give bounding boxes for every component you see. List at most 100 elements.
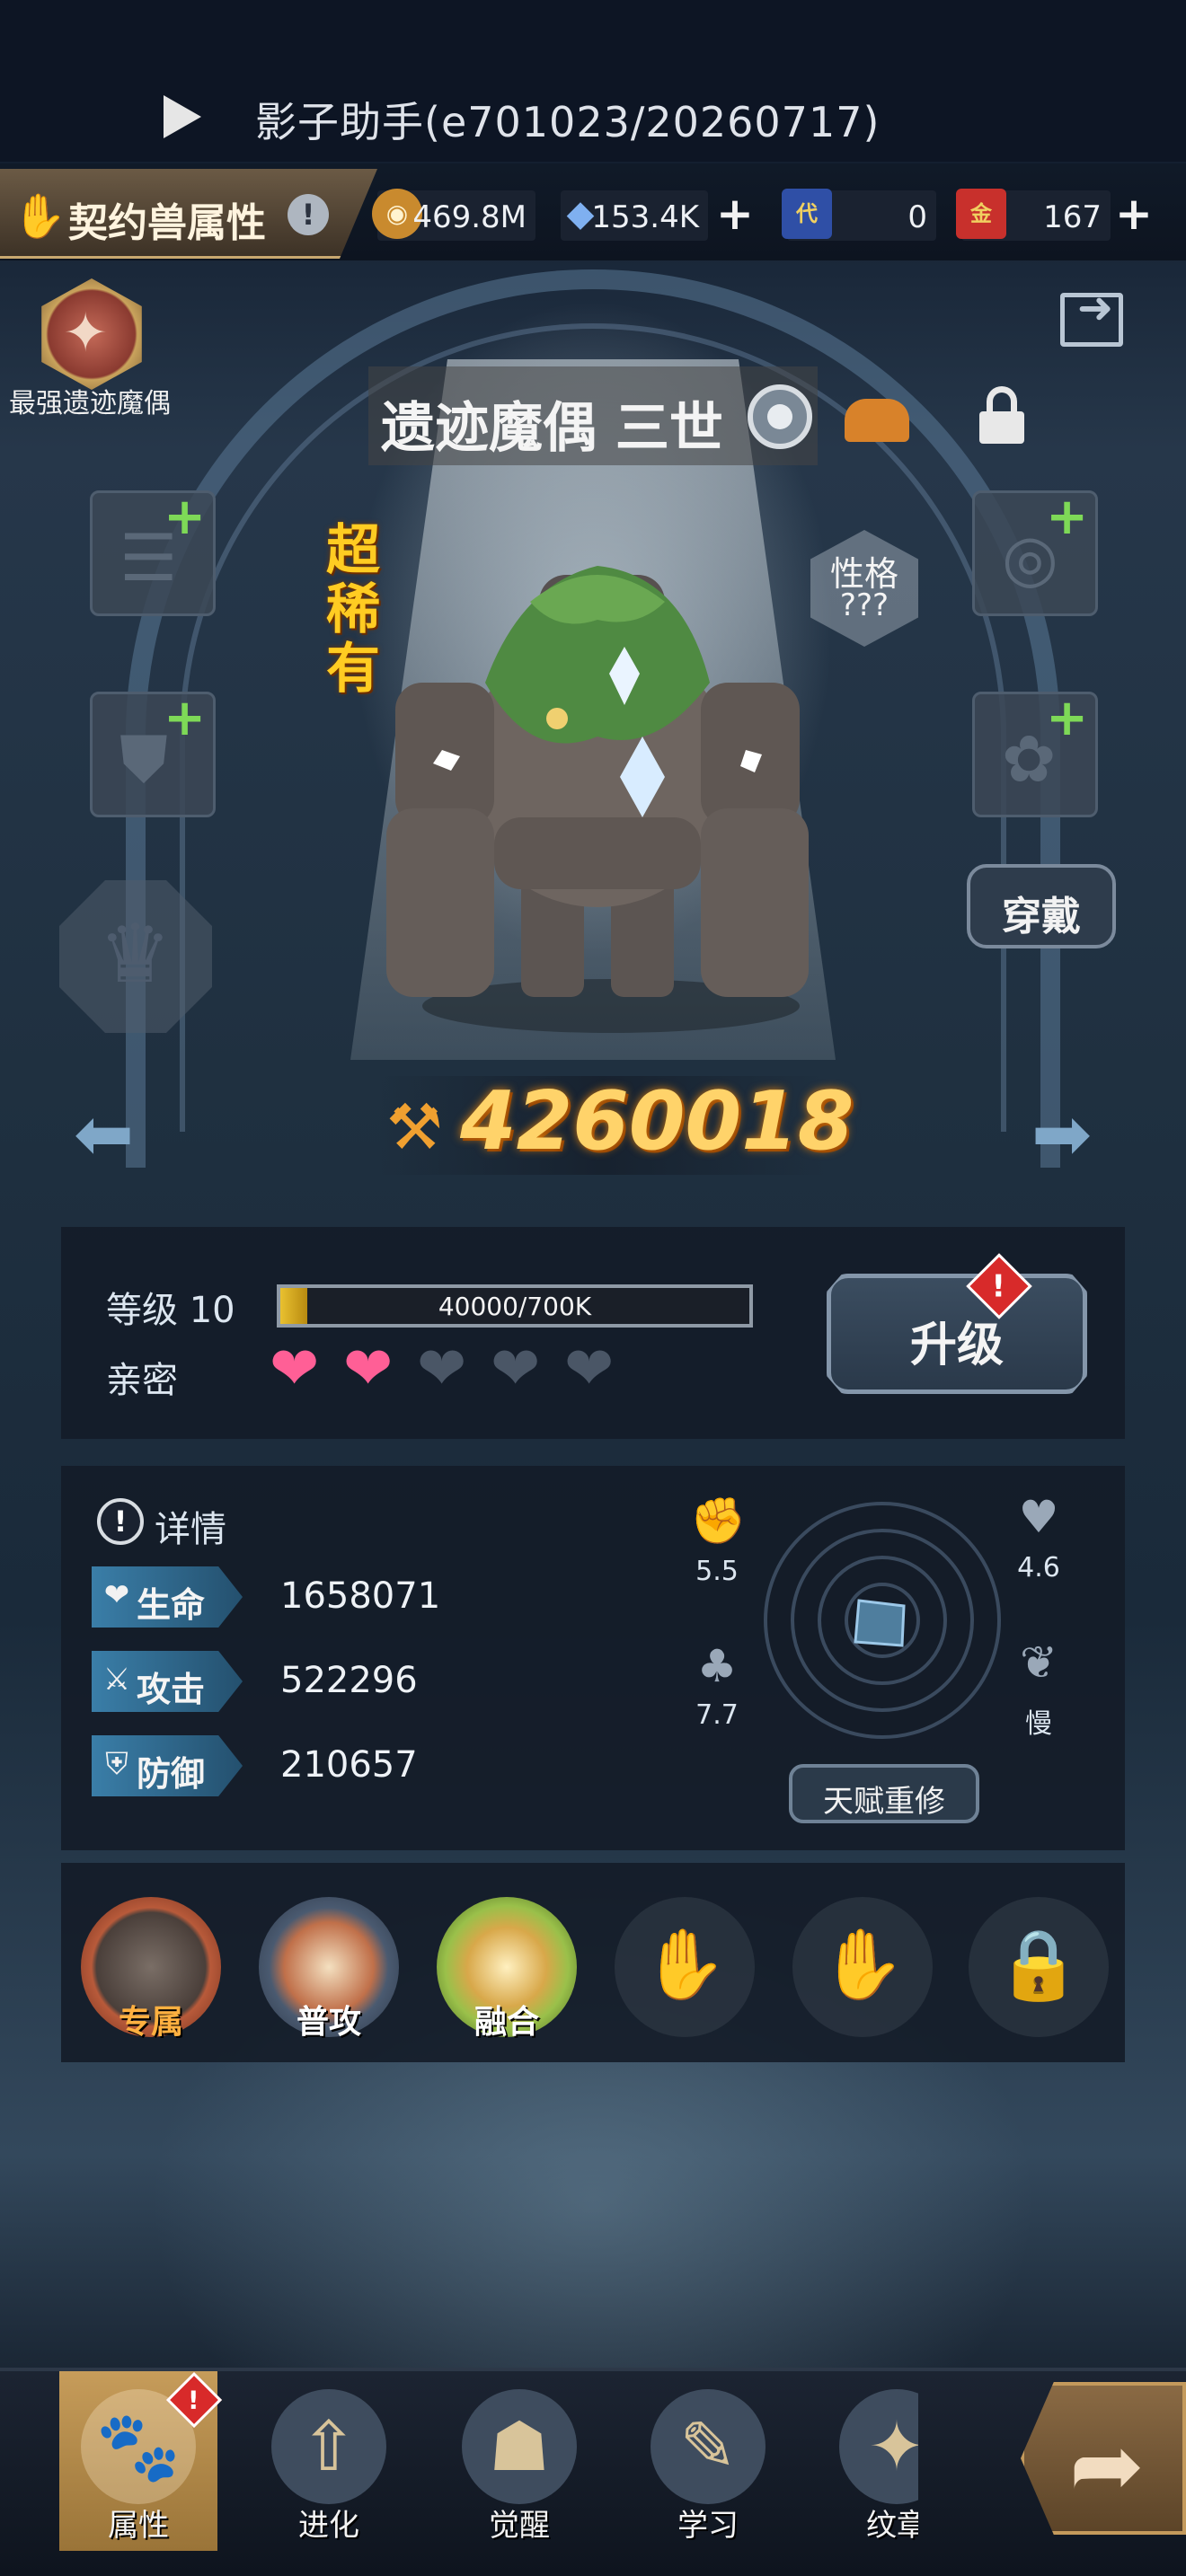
claw-icon: ✋ [13,191,66,242]
lock-icon: 🔒 [996,1924,1082,2004]
monster-name: 遗迹魔偶 三世 [381,397,723,460]
page-title: 契约兽属性 [68,200,266,246]
heart-icon: ❤ [103,1577,130,1613]
skills-panel: 专属 普攻 融合 ✋ ✋ 🔒 [61,1863,1125,2062]
add-icon: + [1046,689,1088,747]
nav-label: 属性 [108,2508,169,2544]
skill-slot-locked[interactable]: 🔒 [969,1897,1109,2037]
nav-awaken[interactable]: ☗ 觉醒 [440,2371,598,2551]
currency-substitute-ticket: 代 0 [782,189,936,241]
add-gold-ticket-button[interactable]: + [1112,190,1155,241]
paw-icon: ✦ [63,302,109,365]
equip-slot-collar[interactable]: ◎ + [972,488,1098,616]
level-label: 等级 10 [106,1290,235,1331]
share-icon[interactable] [1060,283,1123,347]
skill-label: 普攻 [296,2004,361,2041]
exp-progress-bar: 40000/700K [277,1284,753,1328]
golem-illustration [386,566,809,997]
gold-value: 469.8M [412,199,527,235]
currency-gold-ticket: 金 167 [956,189,1111,241]
info-icon[interactable]: ! [288,194,329,235]
nav-emblem[interactable]: ✦ 纹章 [818,2371,918,2551]
nav-evolve[interactable]: ⇧ 进化 [250,2371,408,2551]
nav-label: 进化 [298,2508,359,2544]
add-crystal-button[interactable]: + [713,190,757,241]
stat-name: 防御 [137,1754,206,1794]
next-monster-arrow-icon[interactable]: ➡ [1031,1092,1092,1176]
bottom-nav: 🐾 属性 ! ⇧ 进化 ☗ 觉醒 ✎ 学习 ✦ 纹章 [0,2368,1186,2576]
skill-exclusive[interactable]: 专属 [81,1897,221,2041]
nav-label: 学习 [677,2508,739,2544]
up-arrow-icon: ⇧ [271,2389,386,2504]
nav-more-button[interactable]: ➦ [1021,2382,1186,2535]
skill-slot-empty[interactable]: ✋ [792,1897,933,2037]
skill-fusion[interactable]: 融合 [437,1897,577,2041]
nav-learn[interactable]: ✎ 学习 [629,2371,787,2551]
talent-radar[interactable] [762,1500,1003,1741]
stat-row-defense: ⛨ 防御 210657 [92,1735,541,1796]
nav-attributes[interactable]: 🐾 属性 ! [59,2371,223,2551]
window-title: 影子助手(e701023/20260717) [255,98,881,146]
page-tab: ✋ 契约兽属性 ! [0,169,377,259]
intimacy-label: 亲密 [106,1360,178,1401]
armor-slot-icon: ⛊ [119,721,169,797]
body-type-icon[interactable] [845,399,909,442]
champion-label: 最强遗迹魔偶 [9,388,171,419]
heart-outline-icon: ♥ [1018,1491,1059,1543]
nav-label: 纹章 [866,2508,918,2544]
equip-slot-armor[interactable]: ⛊ + [90,689,216,817]
currency-gold: ◉ 469.8M [372,189,535,241]
stat-tag: ⛨ 防御 [92,1735,243,1796]
skill-normal-attack[interactable]: 普攻 [259,1897,399,2041]
previous-monster-arrow-icon[interactable]: ⬅ [74,1092,134,1176]
emblem-icon: ✦ [839,2389,918,2504]
equip-button-label: 穿戴 [1002,894,1081,940]
stat-value: 1658071 [280,1575,441,1617]
element-icon[interactable] [748,384,812,449]
fist-icon: ✊ [690,1495,747,1547]
nav-label: 觉醒 [489,2508,550,2544]
heart-filled-icon: ❤ [270,1334,320,1403]
alert-text: ! [187,2385,199,2415]
stat-row-hp: ❤ 生命 1658071 [92,1566,541,1628]
mask-icon: ☗ [462,2389,577,2504]
stat-name: 生命 [137,1585,206,1625]
equip-slot-claw[interactable]: ☰ + [90,488,216,616]
lock-icon[interactable] [979,386,1024,444]
equip-button[interactable]: 穿戴 [967,864,1116,948]
combat-power-value: 4260018 [460,1074,854,1169]
talent-value-power: 5.5 [695,1556,739,1587]
equip-slot-accessory[interactable]: ✿ + [972,689,1098,817]
clover-icon: ♣ [696,1640,738,1692]
upgrade-alert-text: ! [991,1268,1006,1305]
stat-name: 攻击 [137,1670,206,1709]
claw-slot-icon: ✋ [819,1924,906,2004]
substitute-ticket-icon: 代 [782,189,832,239]
wing-icon: ❦ [1020,1636,1058,1689]
personality-value: ??? [839,587,890,623]
upgrade-button-label: 升级 [909,1319,1004,1372]
stat-row-attack: ⚔ 攻击 522296 [92,1651,541,1712]
add-icon: + [164,488,206,546]
combat-power-icon: ⚒ [386,1090,443,1164]
crown-icon: ♛ [99,907,172,1001]
skill-label: 融合 [474,2004,539,2041]
talent-reset-button[interactable]: 天赋重修 [789,1764,979,1823]
stat-tag: ⚔ 攻击 [92,1651,243,1712]
gold-ticket-value: 167 [1043,199,1102,235]
status-bar: 影子助手(e701023/20260717) [0,0,1186,162]
heart-empty-icon: ❤ [564,1334,615,1403]
heart-empty-icon: ❤ [417,1334,467,1403]
play-icon[interactable] [164,95,201,138]
stat-value: 522296 [280,1660,418,1701]
talent-reset-label: 天赋重修 [823,1784,945,1820]
skill-slot-empty[interactable]: ✋ [615,1897,755,2037]
sword-icon: ⚔ [102,1662,131,1698]
upgrade-button[interactable]: 升级 [827,1274,1087,1394]
exp-text: 40000/700K [438,1292,592,1321]
stat-tag: ❤ 生命 [92,1566,243,1628]
details-label[interactable]: 详情 [155,1500,226,1552]
details-info-icon[interactable]: ! [97,1498,144,1545]
crystal-value: 153.4K [591,199,699,235]
skill-label: 专属 [118,2004,183,2041]
